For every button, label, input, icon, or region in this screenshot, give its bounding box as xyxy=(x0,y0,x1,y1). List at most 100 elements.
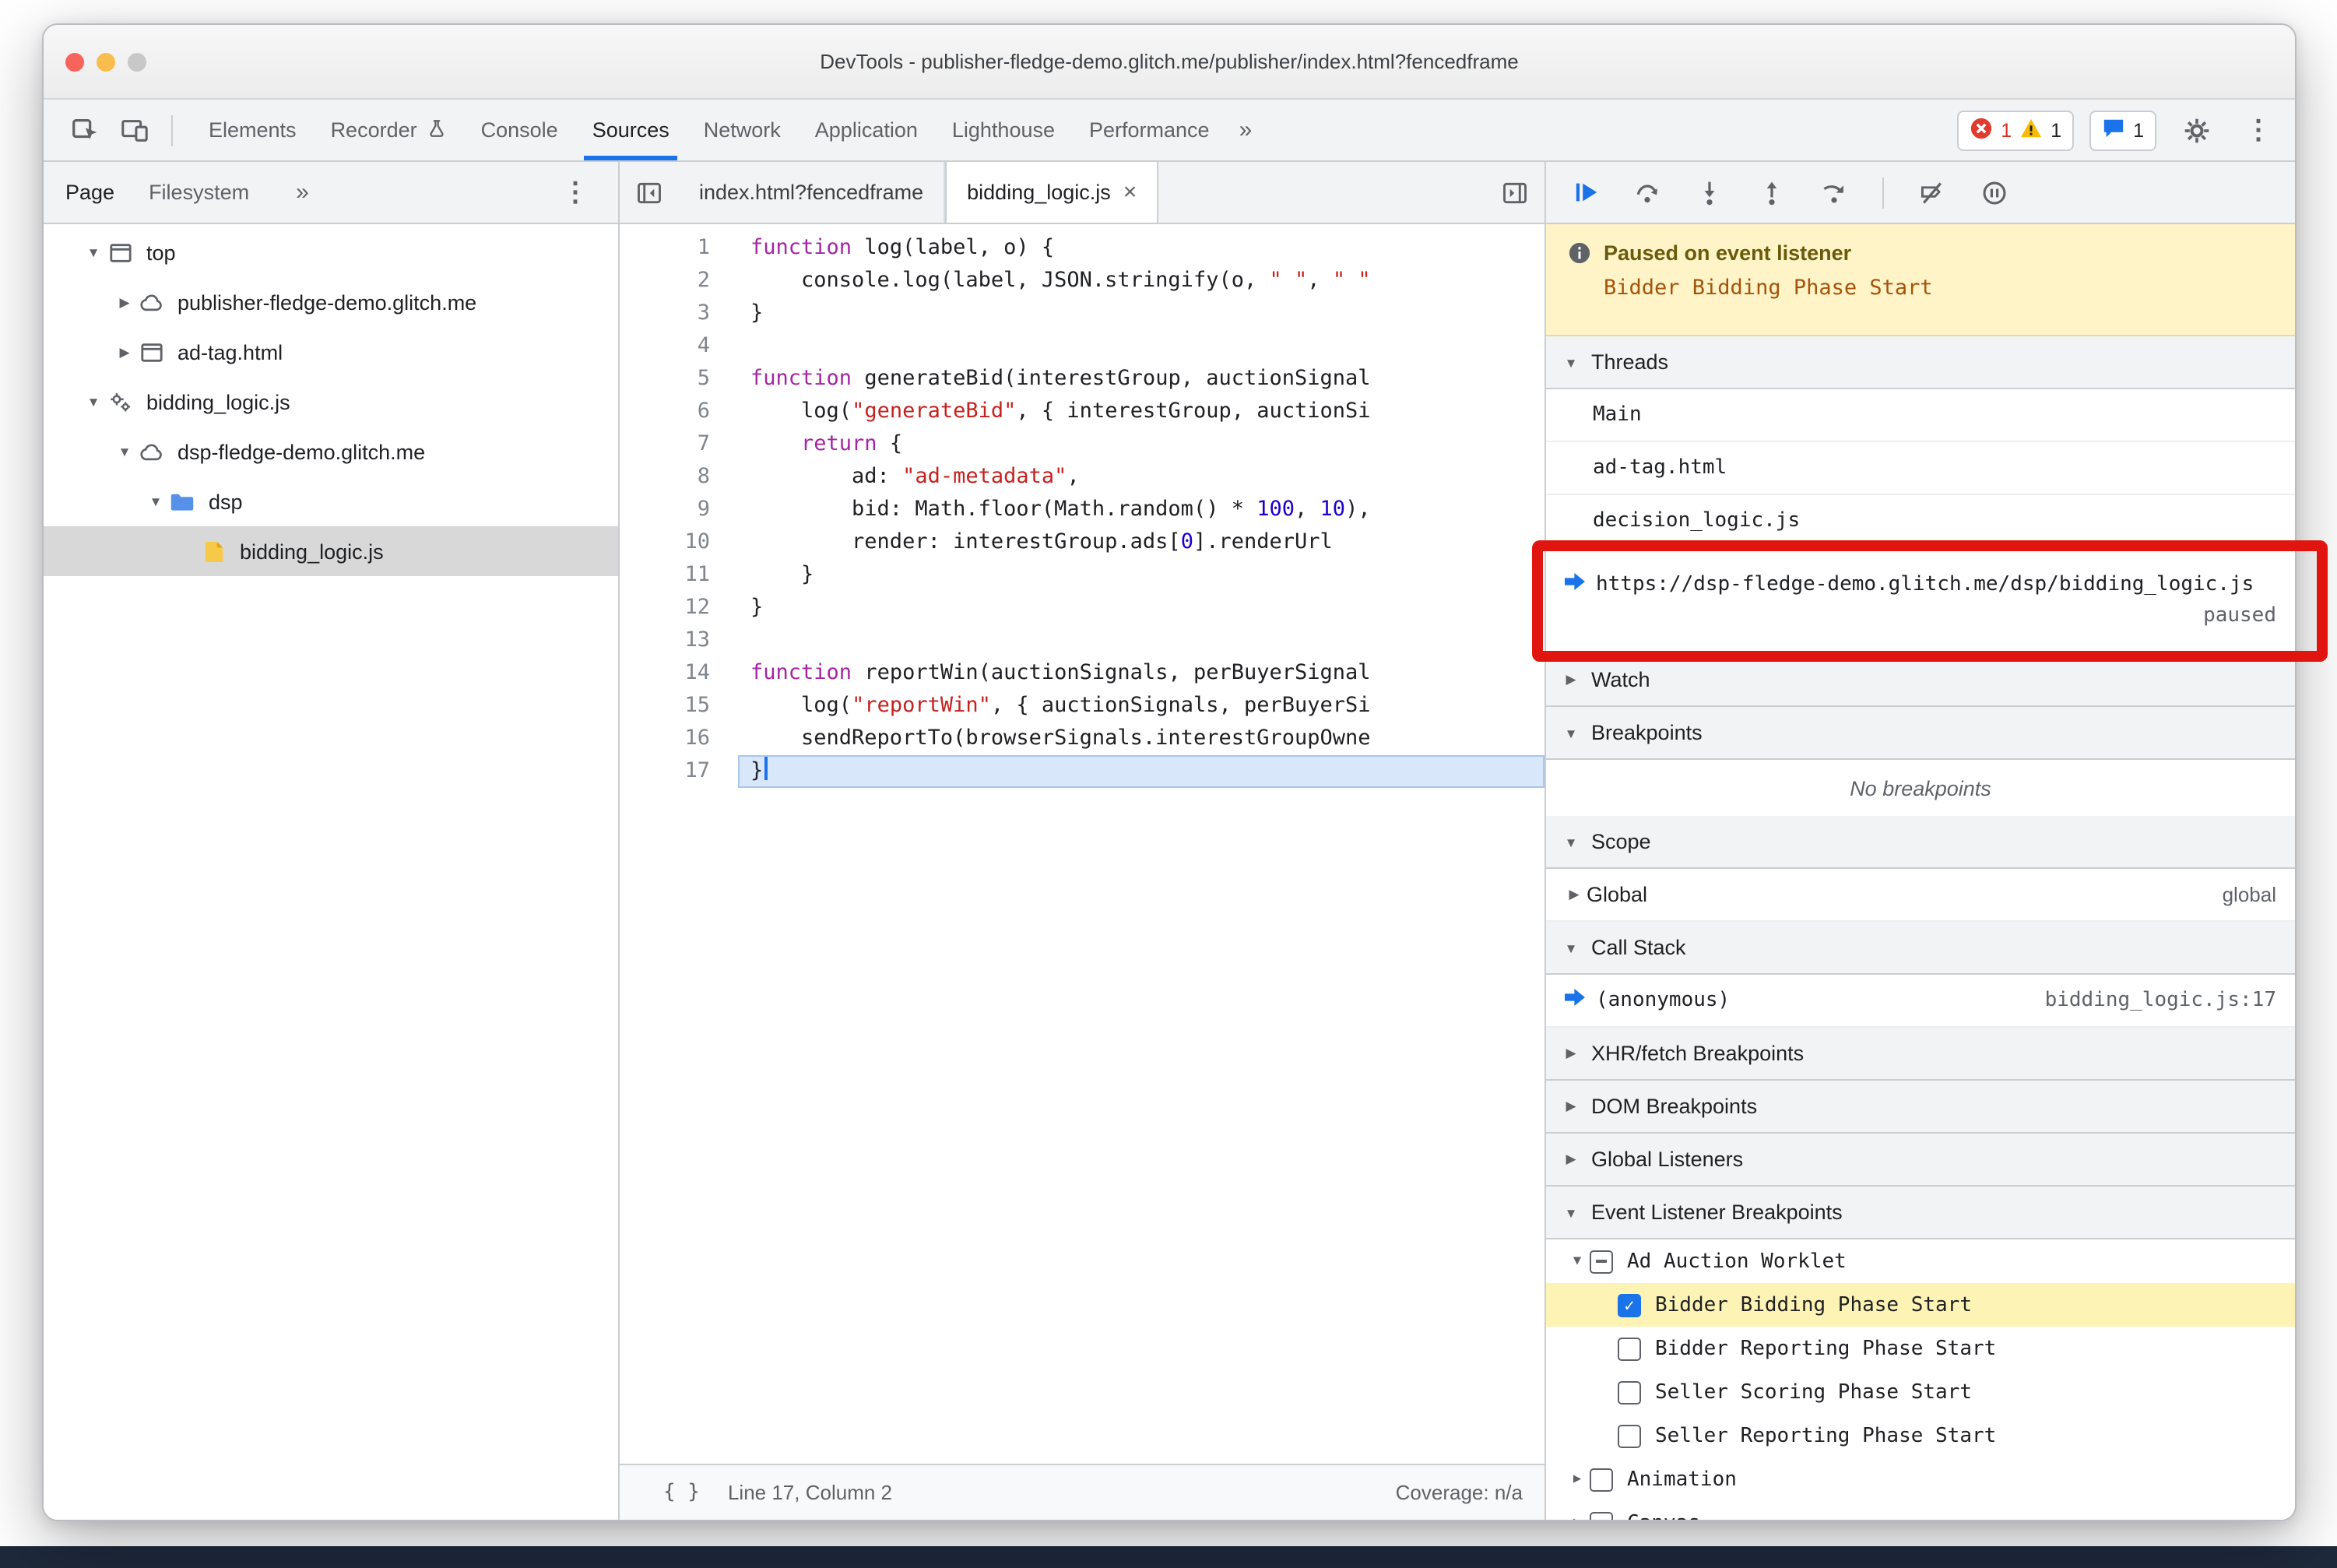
more-navigator-tabs-icon[interactable]: » xyxy=(283,179,322,206)
checkbox-indeterminate[interactable] xyxy=(1590,1250,1613,1273)
disclosure-expanded-icon[interactable]: ▼ xyxy=(1562,1204,1580,1220)
section-header-breakpoints[interactable]: ▼ Breakpoints xyxy=(1546,707,2295,760)
close-tab-icon[interactable]: × xyxy=(1123,179,1137,206)
code-line-7[interactable]: return { xyxy=(738,428,1545,461)
close-window-button[interactable] xyxy=(65,52,84,71)
section-header-scope[interactable]: ▼ Scope xyxy=(1546,816,2295,869)
line-number-9[interactable]: 9 xyxy=(620,494,710,526)
more-tabs-icon[interactable]: » xyxy=(1227,117,1265,143)
tree-item-publisher-fledge-demo-glitch-me[interactable]: ▶ publisher-fledge-demo.glitch.me xyxy=(44,277,618,327)
thread-item-ad-tag-html[interactable]: ad-tag.html xyxy=(1546,442,2295,495)
line-number-1[interactable]: 1 xyxy=(620,232,710,265)
checkbox-unchecked[interactable] xyxy=(1618,1424,1641,1447)
step-over-icon[interactable] xyxy=(1621,167,1674,217)
checkbox-unchecked[interactable] xyxy=(1618,1380,1641,1404)
code-line-9[interactable]: bid: Math.floor(Math.random() * 100, 10)… xyxy=(738,494,1545,526)
code-line-10[interactable]: render: interestGroup.ads[0].renderUrl xyxy=(738,526,1545,559)
thread-item-main[interactable]: Main xyxy=(1546,389,2295,442)
callstack-frame[interactable]: (anonymous) bidding_logic.js:17 xyxy=(1546,975,2295,1028)
step-into-icon[interactable] xyxy=(1683,167,1736,217)
tree-item-dsp[interactable]: ▼ dsp xyxy=(44,476,618,526)
console-status-badges[interactable]: 1 1 xyxy=(1957,110,2075,150)
disclosure-collapsed-icon[interactable]: ▶ xyxy=(112,343,137,360)
tab-filesystem[interactable]: Filesystem xyxy=(149,181,249,204)
checkbox-unchecked[interactable] xyxy=(1618,1337,1641,1360)
line-number-10[interactable]: 10 xyxy=(620,526,710,559)
pretty-print-icon[interactable]: { } xyxy=(663,1481,700,1504)
tab-performance[interactable]: Performance xyxy=(1072,100,1227,160)
tree-item-ad-tag-html[interactable]: ▶ ad-tag.html xyxy=(44,327,618,377)
pause-on-exceptions-icon[interactable] xyxy=(1968,167,2021,217)
disclosure-collapsed-icon[interactable]: ▶ xyxy=(1562,886,1587,903)
resume-icon[interactable] xyxy=(1559,167,1611,217)
device-toolbar-icon[interactable] xyxy=(109,105,159,155)
thread-item-decision-logic-js[interactable]: decision_logic.js xyxy=(1546,495,2295,548)
disclosure-expanded-icon[interactable]: ▼ xyxy=(1565,1253,1590,1269)
code-line-17[interactable]: } xyxy=(738,755,1545,788)
tab-application[interactable]: Application xyxy=(798,100,935,160)
disclosure-collapsed-icon[interactable]: ▶ xyxy=(1562,1045,1580,1062)
code-editor[interactable]: 1 2 3 4 5 6 7 8 9 10 11 12 13 14 15 16 17 function log(l… xyxy=(620,224,1545,1464)
inspect-element-icon[interactable] xyxy=(59,105,109,155)
line-number-17[interactable]: 17 xyxy=(620,755,710,788)
line-number-4[interactable]: 4 xyxy=(620,330,710,363)
disclosure-collapsed-icon[interactable]: ▶ xyxy=(1565,1515,1590,1520)
line-number-8[interactable]: 8 xyxy=(620,461,710,494)
listener-bidder-bidding-phase-start[interactable]: ✓ Bidder Bidding Phase Start xyxy=(1546,1283,2295,1327)
step-icon[interactable] xyxy=(1808,167,1861,217)
checkbox-unchecked[interactable] xyxy=(1590,1468,1613,1491)
code-line-6[interactable]: log("generateBid", { interestGroup, auct… xyxy=(738,396,1545,428)
editor-tab-index-html[interactable]: index.html?fencedframe xyxy=(679,162,946,223)
listener-canvas[interactable]: ▶ Canvas xyxy=(1546,1501,2295,1520)
scope-item-global[interactable]: ▶ Global global xyxy=(1546,869,2295,922)
tab-page[interactable]: Page xyxy=(65,181,114,204)
code-line-14[interactable]: function reportWin(auctionSignals, perBu… xyxy=(738,657,1545,690)
line-number-2[interactable]: 2 xyxy=(620,265,710,297)
section-header-threads[interactable]: ▼ Threads xyxy=(1546,336,2295,389)
section-header-call-stack[interactable]: ▼ Call Stack xyxy=(1546,922,2295,975)
tab-recorder[interactable]: Recorder xyxy=(314,100,464,160)
tree-item-top[interactable]: ▼ top xyxy=(44,227,618,277)
disclosure-collapsed-icon[interactable]: ▶ xyxy=(112,294,137,311)
line-number-7[interactable]: 7 xyxy=(620,428,710,461)
disclosure-collapsed-icon[interactable]: ▶ xyxy=(1562,1098,1580,1115)
navigator-toggle-icon[interactable] xyxy=(620,162,679,223)
tab-elements[interactable]: Elements xyxy=(192,100,314,160)
minimize-window-button[interactable] xyxy=(97,52,115,71)
editor-tab-bidding-logic[interactable]: bidding_logic.js × xyxy=(945,162,1159,223)
code-line-8[interactable]: ad: "ad-metadata", xyxy=(738,461,1545,494)
line-number-14[interactable]: 14 xyxy=(620,657,710,690)
listener-animation[interactable]: ▶ Animation xyxy=(1546,1457,2295,1501)
disclosure-expanded-icon[interactable]: ▼ xyxy=(112,444,137,459)
tab-lighthouse[interactable]: Lighthouse xyxy=(935,100,1072,160)
issues-badge[interactable]: 1 xyxy=(2089,110,2156,150)
code-line-4[interactable] xyxy=(738,330,1545,363)
code-line-15[interactable]: log("reportWin", { auctionSignals, perBu… xyxy=(738,690,1545,722)
tab-console[interactable]: Console xyxy=(464,100,575,160)
disclosure-collapsed-icon[interactable]: ▶ xyxy=(1562,1151,1580,1168)
line-number-5[interactable]: 5 xyxy=(620,363,710,396)
code-line-13[interactable] xyxy=(738,624,1545,657)
code-line-2[interactable]: console.log(label, JSON.stringify(o, " "… xyxy=(738,265,1545,297)
tree-item-dsp-fledge-demo-glitch-me[interactable]: ▼ dsp-fledge-demo.glitch.me xyxy=(44,427,618,476)
line-number-16[interactable]: 16 xyxy=(620,722,710,755)
listener-seller-reporting-phase-start[interactable]: Seller Reporting Phase Start xyxy=(1546,1414,2295,1457)
disclosure-collapsed-icon[interactable]: ▶ xyxy=(1562,671,1580,688)
disclosure-expanded-icon[interactable]: ▼ xyxy=(1562,940,1580,955)
listener-bidder-reporting-phase-start[interactable]: Bidder Reporting Phase Start xyxy=(1546,1327,2295,1370)
tree-item-bidding-logic-js[interactable]: bidding_logic.js xyxy=(44,526,618,576)
checkbox-unchecked[interactable] xyxy=(1590,1511,1613,1520)
disclosure-expanded-icon[interactable]: ▼ xyxy=(143,494,168,509)
code-line-11[interactable]: } xyxy=(738,559,1545,592)
line-number-12[interactable]: 12 xyxy=(620,592,710,624)
thread-item-current[interactable]: https://dsp-fledge-demo.glitch.me/dsp/bi… xyxy=(1546,548,2295,654)
section-header-xhr-fetch-breakpoints[interactable]: ▶ XHR/fetch Breakpoints xyxy=(1546,1028,2295,1081)
tab-sources[interactable]: Sources xyxy=(575,100,687,160)
tree-item-bidding-logic-js[interactable]: ▼ bidding_logic.js xyxy=(44,377,618,427)
section-header-dom-breakpoints[interactable]: ▶ DOM Breakpoints xyxy=(1546,1081,2295,1134)
main-menu-kebab-icon[interactable]: ⋮ xyxy=(2237,114,2279,146)
line-number-15[interactable]: 15 xyxy=(620,690,710,722)
listener-seller-scoring-phase-start[interactable]: Seller Scoring Phase Start xyxy=(1546,1370,2295,1414)
frame-location[interactable]: bidding_logic.js:17 xyxy=(2045,989,2276,1012)
section-header-watch[interactable]: ▶ Watch xyxy=(1546,654,2295,707)
